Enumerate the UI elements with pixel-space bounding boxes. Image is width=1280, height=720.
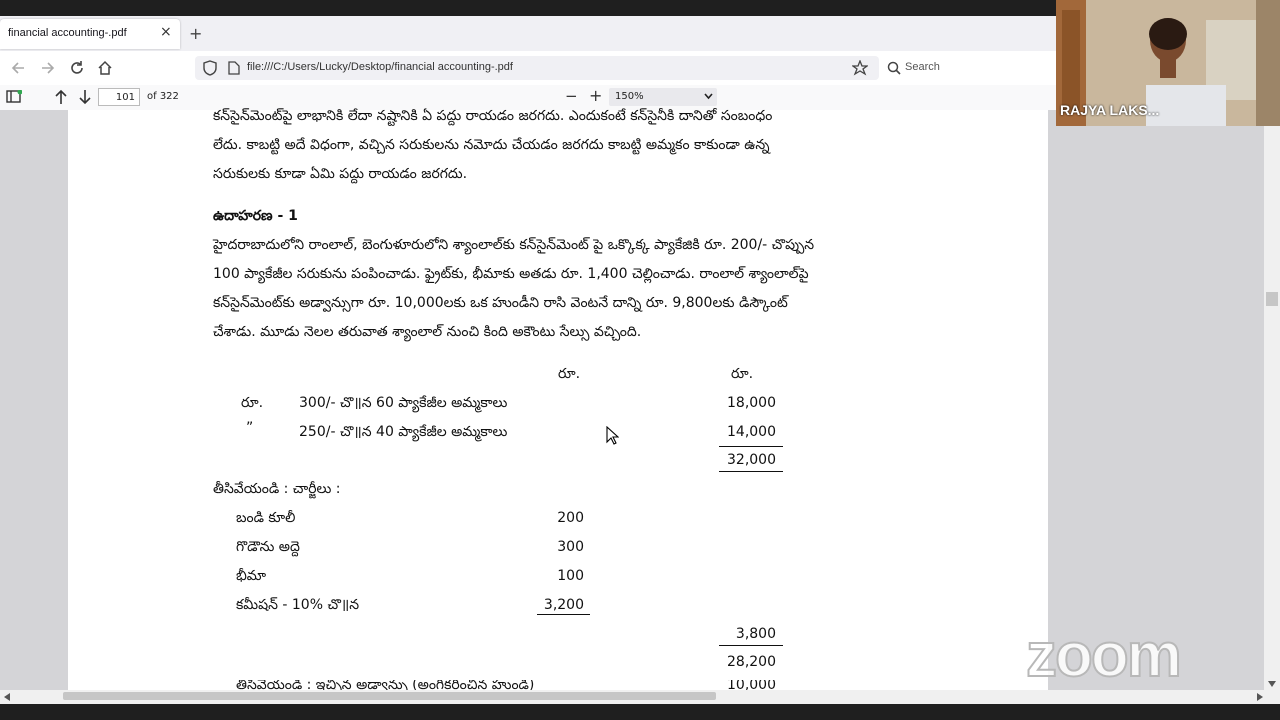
screen-bottom-bar (0, 704, 1280, 720)
para1-line1: కన్‌సైన్‌మెంట్‌పై లాభానికి లేదా నష్టానిక… (213, 108, 773, 124)
previous-page-icon[interactable] (54, 89, 68, 105)
page-number-input[interactable]: 101 (98, 88, 140, 106)
back-icon[interactable] (10, 61, 26, 75)
scroll-down-arrow-icon[interactable] (1268, 680, 1276, 688)
row2-prefix: ” (246, 420, 254, 436)
sidebar-toggle-icon[interactable] (6, 90, 22, 104)
vertical-scroll-thumb[interactable] (1266, 292, 1278, 306)
shield-icon[interactable] (203, 60, 217, 76)
sum-rule-top (719, 446, 783, 447)
para1-line2: లేదు. కాబట్టి అదే విధంగా, వచ్చిన సరుకులన… (213, 137, 770, 153)
page-count: of 322 (147, 91, 179, 102)
url-text[interactable]: file:///C:/Users/Lucky/Desktop/financial… (247, 61, 513, 73)
row1-value: 18,000 (727, 395, 776, 411)
row2-label: 250/- చొ॥న 40 ప్యాకేజీల అమ్మకాలు (299, 424, 508, 440)
search-icon (887, 61, 901, 75)
charges-total-rule (719, 645, 783, 646)
column-header-rs-1: రూ. (558, 366, 581, 382)
scroll-left-arrow-icon[interactable] (3, 693, 11, 701)
charges-rule (537, 614, 590, 615)
tab-title: financial accounting-.pdf (8, 27, 127, 39)
zoom-level: 150% (615, 91, 644, 102)
column-header-rs-2: రూ. (731, 366, 754, 382)
net-amount: 28,200 (727, 654, 776, 670)
zoom-in-button[interactable]: + (589, 86, 602, 105)
file-icon (228, 61, 240, 75)
last-line-label: తీసివేయండి : ఇచ్చిన అడ్వాన్సు (అంగీకరించ… (236, 680, 535, 690)
para2-line1: హైదరాబాదులోని రాంలాల్, బెంగుళూరులోని శ్య… (213, 237, 815, 253)
scroll-right-arrow-icon[interactable] (1256, 693, 1264, 701)
vertical-scrollbar[interactable] (1264, 110, 1280, 690)
chevron-down-icon (704, 93, 713, 100)
row2-value: 14,000 (727, 424, 776, 440)
charge-label: బండి కూలీ (236, 510, 296, 526)
mouse-cursor-icon (606, 426, 619, 445)
para1-line3: సరుకులకు కూడా ఏమి పద్దు రాయడం జరగదు. (213, 166, 468, 182)
charge-value: 200 (557, 510, 584, 526)
para2-line3: కన్‌సైన్‌మెంట్‌కు అడ్వాన్సుగా రూ. 10,000… (213, 295, 788, 311)
para2-line2: 100 ప్యాకేజీల సరుకును పంపించాడు. ఫ్రైట్‌… (213, 266, 809, 282)
star-bookmark-icon[interactable] (852, 60, 868, 76)
sum-rule-bottom (719, 471, 783, 472)
horizontal-scroll-thumb[interactable] (63, 692, 716, 700)
tab-close-icon[interactable]: × (160, 24, 172, 40)
search-placeholder: Search (905, 61, 940, 73)
total-sales: 32,000 (727, 452, 776, 468)
charges-total: 3,800 (735, 626, 776, 642)
deduct-heading: తీసివేయండి : చార్జీలు : (213, 481, 341, 497)
charge-label: భీమా (236, 568, 267, 584)
charge-label: కమీషన్ - 10% చొ॥న (236, 597, 360, 613)
tab-pdf[interactable]: financial accounting-.pdf × (0, 19, 180, 49)
charge-value: 3,200 (543, 597, 584, 613)
charge-value: 300 (557, 539, 584, 555)
row1-label: 300/- చొ॥న 60 ప్యాకేజీల అమ్మకాలు (299, 395, 508, 411)
participant-name: RAJYA LAKS... (1060, 102, 1160, 118)
cutoff-line-container: తీసివేయండి : ఇచ్చిన అడ్వాన్సు (అంగీకరించ… (68, 680, 1048, 690)
screen-top-bar (0, 0, 1056, 16)
para2-line4: చేశాడు. మూడు నెలల తరువాత శ్యాంలాల్ నుంచి… (213, 324, 642, 340)
charge-label: గొడౌను అద్దె (236, 539, 300, 555)
forward-icon[interactable] (40, 61, 56, 75)
reload-icon[interactable] (69, 60, 85, 76)
zoom-watermark: zoom (1025, 620, 1183, 691)
example-heading: ఉదాహరణ - 1 (213, 208, 298, 224)
home-icon[interactable] (97, 60, 113, 76)
charge-value: 100 (557, 568, 584, 584)
zoom-out-button[interactable]: − (565, 87, 578, 105)
last-line-value: 10,000 (727, 680, 776, 690)
row1-prefix: రూ. (241, 395, 264, 411)
new-tab-icon[interactable]: + (189, 24, 202, 43)
next-page-icon[interactable] (78, 89, 92, 105)
